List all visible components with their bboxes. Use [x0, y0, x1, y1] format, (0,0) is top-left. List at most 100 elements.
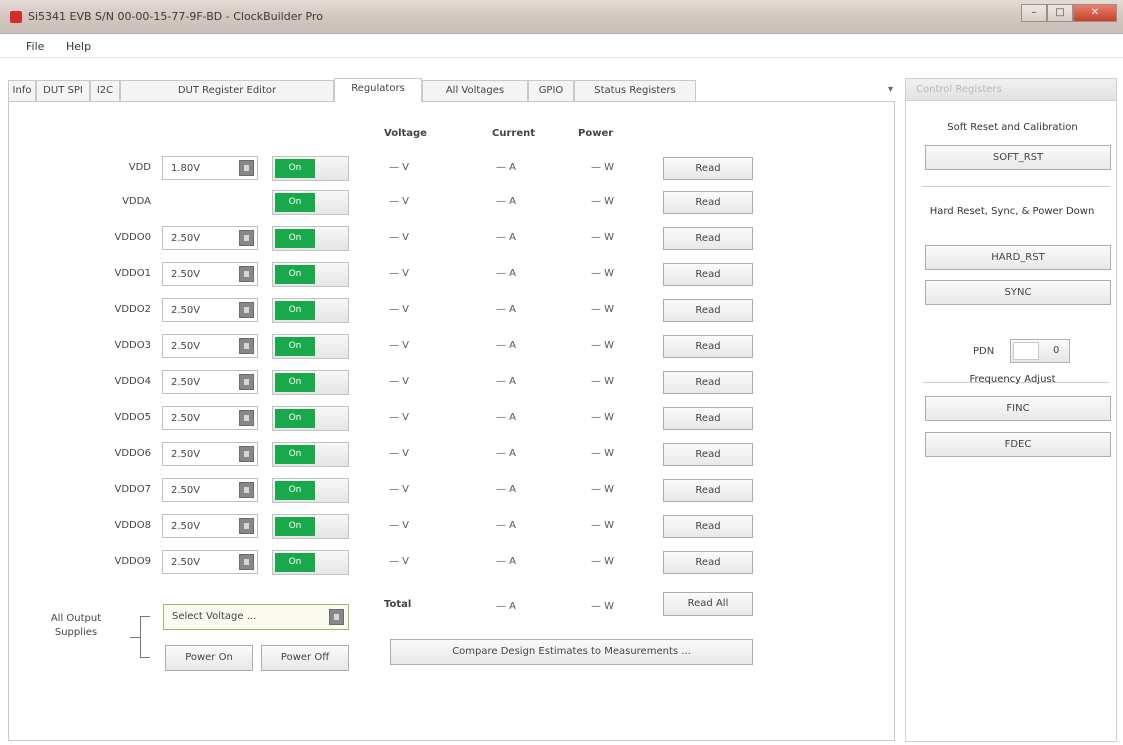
dropdown-arrow-icon[interactable] [239, 374, 254, 390]
read-button[interactable]: Read [663, 371, 753, 394]
read-button[interactable]: Read [663, 551, 753, 574]
voltage-select[interactable]: 2.50V [162, 262, 258, 286]
power-reading: — W [591, 196, 615, 207]
hard-rst-button[interactable]: HARD_RST [925, 245, 1111, 270]
tab-status-registers[interactable]: Status Registers [574, 80, 696, 102]
dropdown-arrow-icon[interactable] [239, 482, 254, 498]
voltage-select[interactable]: 2.50V [162, 550, 258, 574]
power-toggle[interactable]: On [272, 550, 349, 575]
voltage-select[interactable]: 2.50V [162, 442, 258, 466]
power-toggle[interactable]: On [272, 156, 349, 181]
read-button[interactable]: Read [663, 479, 753, 502]
soft-rst-button[interactable]: SOFT_RST [925, 145, 1111, 170]
fdec-button[interactable]: FDEC [925, 432, 1111, 457]
row-label: VDDO8 [114, 520, 151, 531]
dropdown-arrow-icon[interactable] [239, 302, 254, 318]
power-off-button[interactable]: Power Off [261, 645, 349, 671]
read-button[interactable]: Read [663, 443, 753, 466]
regulator-row-vddo4: VDDO4 2.50V On — V — A — W Read [0, 368, 890, 398]
read-button[interactable]: Read [663, 407, 753, 430]
read-button[interactable]: Read [663, 191, 753, 214]
voltage-select[interactable]: 2.50V [162, 298, 258, 322]
voltage-select-value: 2.50V [171, 341, 201, 352]
read-button[interactable]: Read [663, 335, 753, 358]
pdn-value: 0 [1053, 345, 1060, 356]
voltage-select-value: 2.50V [171, 485, 201, 496]
pdn-toggle-knob[interactable] [1013, 342, 1039, 360]
dropdown-arrow-icon[interactable] [239, 446, 254, 462]
sync-button[interactable]: SYNC [925, 280, 1111, 305]
read-button[interactable]: Read [663, 157, 753, 180]
brace-icon [140, 616, 150, 658]
read-button[interactable]: Read [663, 299, 753, 322]
voltage-select[interactable]: 2.50V [162, 514, 258, 538]
voltage-select-value: 2.50V [171, 449, 201, 460]
regulator-row-vdd: VDD 1.80V On — V — A — W Read [0, 154, 890, 184]
voltage-select-value: 2.50V [171, 413, 201, 424]
toggle-on-indicator: On [275, 481, 315, 500]
voltage-select[interactable]: 2.50V [162, 406, 258, 430]
tab-regulators[interactable]: Regulators [334, 78, 422, 102]
power-toggle[interactable]: On [272, 226, 349, 251]
power-toggle[interactable]: On [272, 190, 349, 215]
voltage-select[interactable]: 2.50V [162, 226, 258, 250]
power-toggle[interactable]: On [272, 298, 349, 323]
control-registers-title: Control Registers [916, 84, 1002, 95]
dropdown-arrow-icon[interactable] [239, 410, 254, 426]
current-reading: — A [496, 520, 517, 531]
power-toggle[interactable]: On [272, 514, 349, 539]
power-toggle[interactable]: On [272, 334, 349, 359]
voltage-select[interactable]: 2.50V [162, 334, 258, 358]
toggle-on-indicator: On [275, 159, 315, 178]
tab-all-voltages[interactable]: All Voltages [422, 80, 528, 102]
dropdown-arrow-icon[interactable] [329, 609, 344, 625]
dropdown-arrow-icon[interactable] [239, 160, 254, 176]
tab-gpio[interactable]: GPIO [528, 80, 574, 102]
tab-i2c[interactable]: I2C [90, 80, 120, 102]
regulator-row-vddo2: VDDO2 2.50V On — V — A — W Read [0, 296, 890, 326]
finc-button[interactable]: FINC [925, 396, 1111, 421]
dropdown-arrow-icon[interactable] [239, 338, 254, 354]
menu-file[interactable]: File [26, 40, 44, 53]
dropdown-arrow-icon[interactable] [239, 230, 254, 246]
row-label: VDDO5 [114, 412, 151, 423]
voltage-select[interactable]: 1.80V [162, 156, 258, 180]
window-controls: – □ ✕ [1021, 4, 1117, 24]
row-label: VDDO3 [114, 340, 151, 351]
dropdown-arrow-icon[interactable] [239, 518, 254, 534]
power-on-button[interactable]: Power On [165, 645, 253, 671]
tab-overflow-arrow-icon[interactable]: ▾ [888, 84, 893, 95]
power-reading: — W [591, 340, 615, 351]
read-all-button[interactable]: Read All [663, 592, 753, 616]
select-voltage-dropdown[interactable]: Select Voltage ... [163, 604, 349, 630]
pdn-toggle[interactable]: 0 [1010, 339, 1070, 363]
menu-help[interactable]: Help [66, 40, 91, 53]
power-toggle[interactable]: On [272, 262, 349, 287]
maximize-button[interactable]: □ [1047, 4, 1073, 22]
total-current: — A [496, 601, 517, 612]
voltage-select[interactable]: 2.50V [162, 478, 258, 502]
tab-info[interactable]: Info [8, 80, 36, 102]
compare-design-estimates-button[interactable]: Compare Design Estimates to Measurements… [390, 639, 753, 665]
tab-dut-register-editor[interactable]: DUT Register Editor [120, 80, 334, 102]
window-title: Si5341 EVB S/N 00-00-15-77-9F-BD - Clock… [28, 10, 323, 23]
power-toggle[interactable]: On [272, 370, 349, 395]
tab-dut-spi[interactable]: DUT SPI [36, 80, 90, 102]
power-toggle[interactable]: On [272, 442, 349, 467]
menu-bar: File Help [0, 34, 1123, 58]
minimize-button[interactable]: – [1021, 4, 1047, 22]
dropdown-arrow-icon[interactable] [239, 554, 254, 570]
close-button[interactable]: ✕ [1073, 4, 1117, 22]
voltage-select-value: 2.50V [171, 521, 201, 532]
power-toggle[interactable]: On [272, 478, 349, 503]
toggle-on-indicator: On [275, 265, 315, 284]
dropdown-arrow-icon[interactable] [239, 266, 254, 282]
power-toggle[interactable]: On [272, 406, 349, 431]
read-button[interactable]: Read [663, 263, 753, 286]
read-button[interactable]: Read [663, 227, 753, 250]
row-label: VDDO7 [114, 484, 151, 495]
read-button[interactable]: Read [663, 515, 753, 538]
voltage-select[interactable]: 2.50V [162, 370, 258, 394]
voltage-reading: — V [389, 196, 410, 207]
header-voltage: Voltage [384, 128, 427, 139]
